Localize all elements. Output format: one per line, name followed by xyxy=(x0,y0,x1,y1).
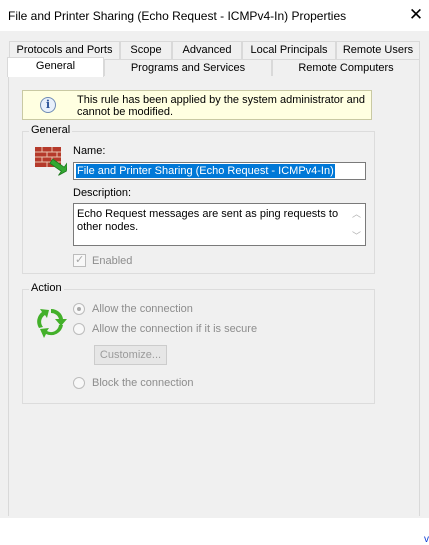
window-title: File and Printer Sharing (Echo Request -… xyxy=(8,9,347,23)
allow-connection-radio[interactable] xyxy=(73,303,85,315)
customize-button[interactable]: Customize... xyxy=(94,345,167,365)
title-bar: File and Printer Sharing (Echo Request -… xyxy=(0,0,429,31)
allow-if-secure-radio[interactable] xyxy=(73,323,85,335)
admin-info-banner: i This rule has been applied by the syst… xyxy=(22,90,372,120)
allow-connection-label: Allow the connection xyxy=(92,303,193,315)
close-icon[interactable]: ✕ xyxy=(407,4,425,26)
block-connection-label: Block the connection xyxy=(92,377,194,389)
name-field[interactable]: File and Printer Sharing (Echo Request -… xyxy=(73,162,366,180)
action-group-label: Action xyxy=(29,282,64,294)
description-scrollbar[interactable]: ︿ ﹀ xyxy=(348,204,365,245)
name-label: Name: xyxy=(73,145,106,157)
edge-glyph: v xyxy=(424,534,429,545)
info-icon: i xyxy=(40,97,56,113)
name-value: File and Printer Sharing (Echo Request -… xyxy=(76,164,335,178)
block-connection-radio[interactable] xyxy=(73,377,85,389)
admin-info-text: This rule has been applied by the system… xyxy=(77,94,365,118)
general-group-label: General xyxy=(29,124,73,136)
firewall-rule-icon xyxy=(35,147,67,176)
scroll-up-icon[interactable]: ︿ xyxy=(352,207,361,220)
check-icon: ✓ xyxy=(75,254,85,266)
tab-programs-and-services[interactable]: Programs and Services xyxy=(104,59,272,77)
tab-scope[interactable]: Scope xyxy=(120,41,172,59)
tab-advanced[interactable]: Advanced xyxy=(172,41,242,59)
tab-remote-computers[interactable]: Remote Computers xyxy=(272,59,420,77)
tab-remote-users[interactable]: Remote Users xyxy=(336,41,420,59)
description-field[interactable]: Echo Request messages are sent as ping r… xyxy=(73,203,366,246)
allow-action-icon xyxy=(37,308,67,338)
enabled-checkbox[interactable]: ✓ xyxy=(73,254,86,267)
description-label: Description: xyxy=(73,187,132,199)
scroll-down-icon[interactable]: ﹀ xyxy=(352,229,361,242)
tab-general[interactable]: General xyxy=(7,57,104,77)
enabled-label: Enabled xyxy=(92,255,133,267)
tab-local-principals[interactable]: Local Principals xyxy=(242,41,336,59)
allow-if-secure-label: Allow the connection if it is secure xyxy=(92,323,258,335)
description-value: Echo Request messages are sent as ping r… xyxy=(77,208,339,233)
